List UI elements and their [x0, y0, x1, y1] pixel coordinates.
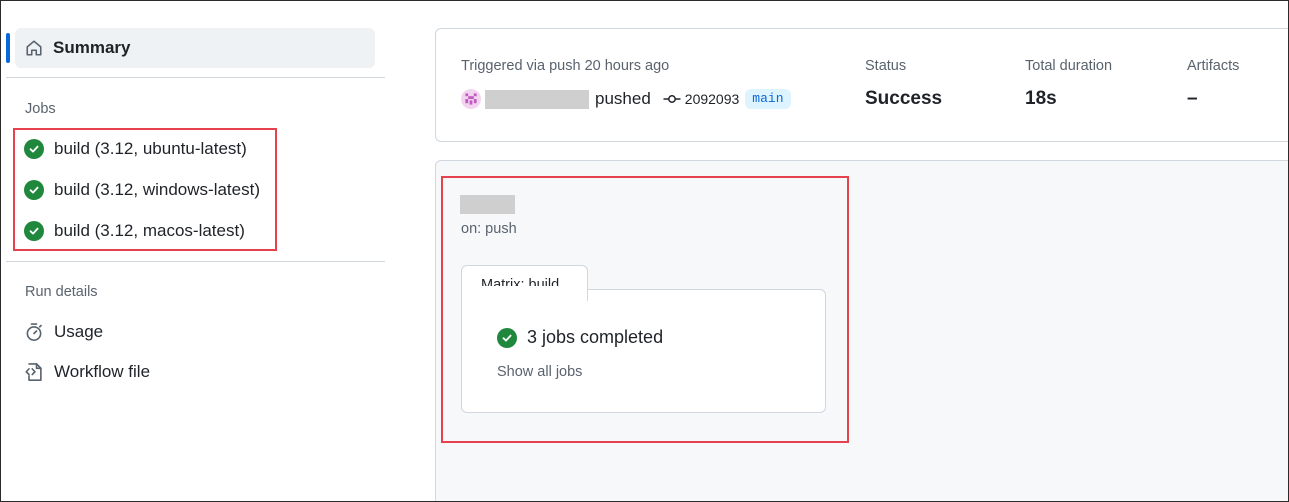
status-block: Status Success: [865, 58, 942, 110]
push-action-text: pushed: [595, 89, 651, 108]
branch-badge[interactable]: main: [745, 89, 791, 109]
artifacts-block: Artifacts –: [1187, 58, 1239, 110]
redacted-username: [485, 89, 589, 109]
sidebar-item-label: Usage: [54, 322, 104, 341]
matrix-tab: Matrix: build: [461, 265, 588, 301]
actor-row: pushed 2092093 main: [461, 87, 791, 111]
duration-label: Total duration: [1025, 58, 1113, 74]
jobs-section-title: Jobs: [25, 101, 56, 117]
sidebar-item-usage[interactable]: Usage: [24, 318, 103, 346]
status-label: Status: [865, 58, 907, 74]
stopwatch-icon: [24, 322, 44, 342]
tab-connector: [462, 286, 587, 292]
active-indicator: [6, 33, 10, 63]
workflow-trigger: on: push: [461, 221, 517, 237]
duration-value: 18s: [1025, 88, 1057, 109]
sidebar-item-label: Workflow file: [54, 362, 151, 381]
redacted-workflow-name: [460, 195, 515, 214]
matrix-job-card[interactable]: [461, 289, 826, 413]
avatar[interactable]: [461, 89, 481, 109]
run-details-section-title: Run details: [25, 284, 98, 300]
jobs-completed-text: 3 jobs completed: [527, 327, 664, 347]
status-value: Success: [865, 88, 943, 109]
file-code-icon: [24, 362, 44, 382]
job-label: build (3.12, windows-latest): [54, 180, 260, 199]
sidebar: Summary Jobs build (3.12, ubuntu-latest)…: [0, 0, 386, 502]
show-all-jobs-link[interactable]: Show all jobs: [497, 364, 582, 380]
sidebar-item-summary[interactable]: Summary: [15, 28, 375, 68]
artifacts-label: Artifacts: [1187, 58, 1240, 74]
home-icon: [25, 39, 43, 57]
sidebar-item-label: Summary: [53, 38, 131, 57]
artifacts-value: –: [1187, 88, 1198, 109]
sidebar-job-macos[interactable]: build (3.12, macos-latest): [24, 217, 245, 245]
trigger-text: Triggered via push 20 hours ago: [461, 58, 670, 74]
divider: [6, 77, 385, 78]
sidebar-item-workflow-file[interactable]: Workflow file: [24, 358, 150, 386]
check-circle-icon: [24, 221, 44, 241]
git-commit-icon: [663, 93, 681, 105]
commit-sha-link[interactable]: 2092093: [685, 91, 740, 107]
run-summary-card: Triggered via push 20 hours ago pushed 2…: [435, 28, 1289, 142]
check-circle-icon: [497, 327, 517, 348]
duration-block: Total duration 18s: [1025, 58, 1112, 110]
job-label: build (3.12, ubuntu-latest): [54, 139, 247, 158]
check-circle-icon: [24, 139, 44, 159]
jobs-completed-row: 3 jobs completed: [497, 327, 663, 348]
check-circle-icon: [24, 180, 44, 200]
sidebar-job-ubuntu[interactable]: build (3.12, ubuntu-latest): [24, 135, 247, 163]
job-label: build (3.12, macos-latest): [54, 221, 245, 240]
sidebar-job-windows[interactable]: build (3.12, windows-latest): [24, 176, 260, 204]
divider: [6, 261, 385, 262]
